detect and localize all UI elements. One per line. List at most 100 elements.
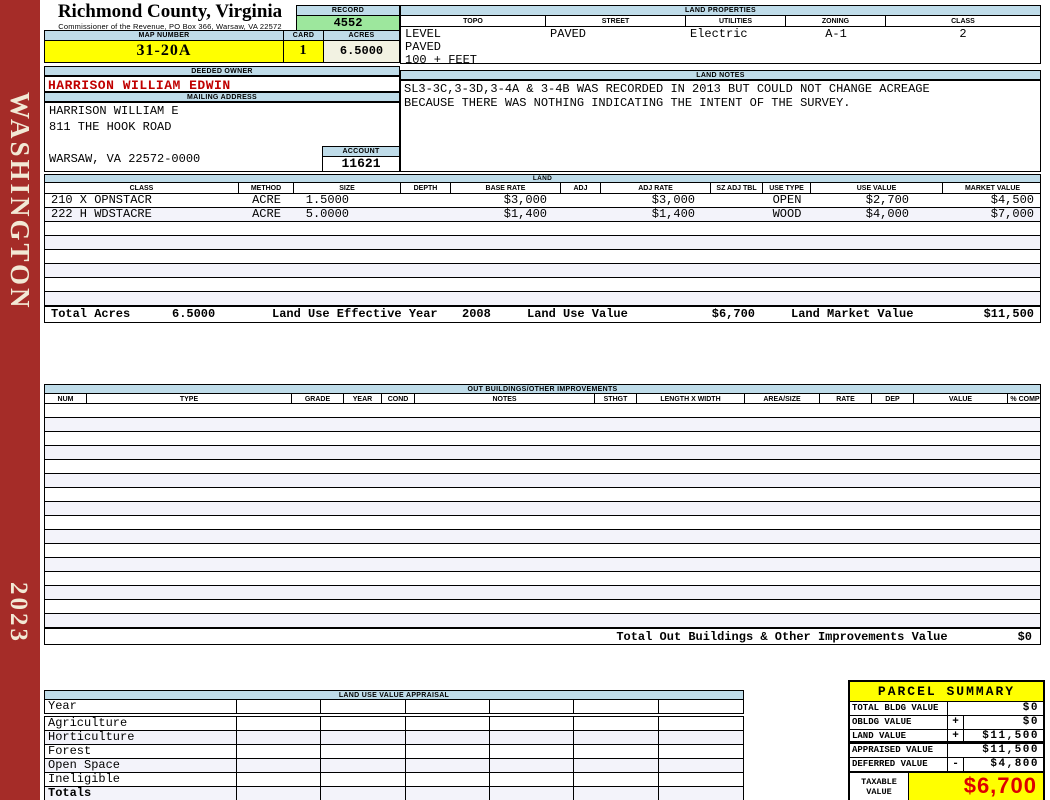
deeded-owner-value: HARRISON WILLIAM EDWIN bbox=[44, 76, 400, 93]
column-header: LENGTH X WIDTH bbox=[637, 394, 745, 403]
land-use-value-label: Land Use Value bbox=[527, 307, 628, 321]
appraisal-row-label: Forest bbox=[45, 745, 237, 758]
taxable-value-label: TAXABLE VALUE bbox=[850, 773, 909, 800]
land-table-body: 210 X OPNSTACR ACRE 1.5000 $3,000 $3,000 OPEN… bbox=[44, 194, 1041, 306]
appraisal-empty-cell bbox=[321, 731, 406, 744]
out-buildings-empty-row bbox=[45, 516, 1040, 530]
appraisal-empty-cell bbox=[659, 787, 743, 800]
column-header: RATE bbox=[820, 394, 872, 403]
column-header: USE TYPE bbox=[763, 183, 811, 193]
land-table-cell: $4,500 bbox=[990, 194, 1034, 207]
parcel-summary-row-value: $0 bbox=[1022, 702, 1039, 714]
county-title: Richmond County, Virginia bbox=[57, 1, 283, 22]
parcel-summary-rows: TOTAL BLDG VALUE $0 OBLDG VALUE + $0 LAND VAL… bbox=[850, 701, 1043, 771]
appraisal-empty-cell bbox=[574, 717, 659, 730]
land-market-value: $11,500 bbox=[983, 307, 1034, 321]
parcel-summary-row: APPRAISED VALUE $11,500 bbox=[850, 743, 1043, 757]
appraisal-empty-cell bbox=[321, 745, 406, 758]
map-number-label: MAP NUMBER bbox=[44, 30, 284, 41]
appraisal-empty-cell bbox=[659, 700, 743, 714]
appraisal-empty-cell bbox=[490, 787, 575, 800]
parcel-summary-row-label: LAND VALUE bbox=[850, 730, 948, 741]
column-header: SZ ADJ TBL bbox=[711, 183, 763, 193]
out-buildings-empty-row bbox=[45, 558, 1040, 572]
appraisal-row-label: Ineligible bbox=[45, 773, 237, 786]
parcel-summary-row-value: $0 bbox=[1022, 716, 1039, 728]
land-table-cell: $4,000 bbox=[865, 208, 909, 221]
column-header: GRADE bbox=[292, 394, 344, 403]
column-header: DEPTH bbox=[401, 183, 451, 193]
out-buildings-empty-row bbox=[45, 474, 1040, 488]
address-line: HARRISON WILLIAM E bbox=[49, 104, 179, 118]
out-buildings-empty-row bbox=[45, 544, 1040, 558]
out-buildings-total-label: Total Out Buildings & Other Improvements… bbox=[616, 629, 948, 644]
effective-year-value: 2008 bbox=[462, 307, 491, 321]
appraisal-empty-cell bbox=[406, 787, 490, 800]
appraisal-row: Horticulture bbox=[45, 731, 743, 745]
land-section-title: LAND bbox=[44, 174, 1041, 183]
out-buildings-empty-row bbox=[45, 488, 1040, 502]
appraisal-empty-cell bbox=[406, 745, 490, 758]
appraisal-empty-cell bbox=[490, 745, 575, 758]
appraisal-empty-cell bbox=[659, 759, 743, 772]
column-header: CLASS bbox=[45, 183, 239, 193]
column-header: COND bbox=[382, 394, 415, 403]
land-empty-row bbox=[45, 236, 1040, 250]
land-table-cell bbox=[401, 208, 451, 221]
out-buildings-empty-row bbox=[45, 460, 1040, 474]
appraisal-empty-cell bbox=[406, 731, 490, 744]
acres-value: 6.5000 bbox=[323, 41, 400, 63]
parcel-summary-operator: - bbox=[948, 758, 964, 771]
parcel-summary-operator bbox=[948, 702, 963, 715]
out-buildings-empty-row bbox=[45, 418, 1040, 432]
land-table-cell bbox=[561, 194, 601, 207]
land-notes-box: SL3-3C,3-3D,3-4A & 3-4B WAS RECORDED IN … bbox=[400, 80, 1041, 172]
column-header: % COMP bbox=[1010, 396, 1040, 403]
acres-label: ACRES bbox=[323, 30, 400, 41]
parcel-summary: PARCEL SUMMARY TOTAL BLDG VALUE $0 OBLDG V… bbox=[848, 680, 1045, 800]
land-table-cell bbox=[561, 208, 601, 221]
parcel-summary-row-value: $11,500 bbox=[982, 730, 1039, 742]
out-buildings-empty-row bbox=[45, 614, 1040, 628]
appraisal-empty-cell bbox=[237, 745, 322, 758]
land-table-cell: $1,400 bbox=[503, 208, 547, 221]
sidebar-year-label: 2023 bbox=[5, 582, 32, 644]
appraisal-empty-cell bbox=[574, 773, 659, 786]
appraisal-row: Ineligible bbox=[45, 773, 743, 787]
appraisal-empty-cell bbox=[659, 745, 743, 758]
account-value: 11621 bbox=[322, 157, 400, 172]
column-header: AREA/SIZE bbox=[745, 394, 820, 403]
total-acres-label: Total Acres bbox=[51, 307, 131, 321]
out-buildings-empty-row bbox=[45, 572, 1040, 586]
out-buildings-empty-row bbox=[45, 586, 1040, 600]
column-header: ADJ RATE bbox=[601, 183, 711, 193]
appraisal-empty-cell bbox=[574, 745, 659, 758]
land-table-row: 210 X OPNSTACR ACRE 1.5000 $3,000 $3,000 OPEN… bbox=[45, 194, 1040, 208]
taxable-value-row: TAXABLE VALUE $6,700 bbox=[850, 771, 1043, 800]
taxable-value: $6,700 bbox=[963, 773, 1037, 798]
appraisal-empty-cell bbox=[321, 759, 406, 772]
card-label: CARD bbox=[283, 30, 324, 41]
land-empty-row bbox=[45, 264, 1040, 278]
column-header: ADJ bbox=[561, 183, 601, 193]
column-header: SIZE bbox=[294, 183, 401, 193]
appraisal-empty-cell bbox=[659, 773, 743, 786]
out-buildings-empty-row bbox=[45, 446, 1040, 460]
land-use-appraisal-body: Agriculture Horticulture Forest Open Space I… bbox=[44, 716, 744, 800]
out-buildings-empty-row bbox=[45, 502, 1040, 516]
land-table-cell: $7,000 bbox=[990, 208, 1034, 221]
column-header: CLASS bbox=[951, 18, 975, 25]
land-table-cell: $3,000 bbox=[503, 194, 547, 207]
land-empty-row bbox=[45, 250, 1040, 264]
land-empty-row bbox=[45, 222, 1040, 236]
appraisal-empty-cell bbox=[321, 773, 406, 786]
appraisal-row-label: Horticulture bbox=[45, 731, 237, 744]
appraisal-empty-cell bbox=[237, 700, 322, 714]
appraisal-row-label: Year bbox=[45, 700, 237, 714]
taxable-label-line: VALUE bbox=[866, 786, 892, 797]
land-notes-line: BECAUSE THERE WAS NOTHING INDICATING THE… bbox=[404, 96, 851, 110]
parcel-summary-row-label: OBLDG VALUE bbox=[850, 716, 948, 729]
parcel-summary-operator bbox=[948, 744, 963, 757]
appraisal-empty-cell bbox=[321, 700, 406, 714]
mailing-address-label: MAILING ADDRESS bbox=[44, 92, 400, 102]
